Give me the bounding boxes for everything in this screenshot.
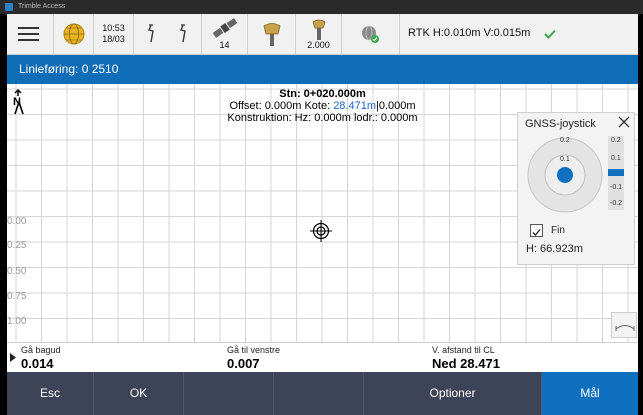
page-title: Linieføring: 0 2510 (19, 62, 119, 76)
height-value: H: 66.923m (526, 243, 583, 255)
time-text: 10:53 (102, 23, 125, 33)
clock-display: 10:53 18/03 (94, 14, 134, 54)
fine-label: Fin (551, 225, 565, 236)
kote-value: 28.471m (333, 100, 376, 112)
vertical-scale-label: 0.2 (611, 137, 621, 144)
empty-softkey[interactable] (184, 372, 274, 415)
ok-button[interactable]: OK (94, 372, 184, 415)
ring-label: 0.1 (560, 156, 570, 163)
softkey-bar: Esc OK Optioner Mål (7, 372, 638, 415)
stakeout-target-icon (310, 220, 332, 242)
scale-label: 0.25 (7, 240, 27, 251)
empty-softkey[interactable] (274, 372, 364, 415)
stakeout-deltas: Gå bagud 0.014 Gå til venstre 0.007 V. a… (7, 342, 638, 372)
menu-icon (18, 27, 39, 29)
date-text: 18/03 (102, 34, 125, 44)
antenna-height-text: 2.000 (307, 40, 330, 50)
scale-label: 0.75 (7, 291, 27, 302)
offset-prefix: Offset: 0.000m Kote: (229, 100, 334, 112)
radio-status-button[interactable] (134, 14, 202, 54)
vertical-scale (608, 136, 624, 210)
rover-antenna-icon (312, 19, 326, 40)
delta-label: V. afstand til CL (432, 345, 495, 355)
satellite-icon (212, 18, 238, 38)
map-scale-icon (615, 325, 635, 331)
menu-icon-bar (18, 39, 39, 41)
offset-suffix: |0.000m (376, 100, 416, 112)
vertical-indicator (608, 169, 624, 176)
delta-vertical[interactable]: V. afstand til CL Ned 28.471 (432, 343, 637, 373)
connection-button[interactable] (342, 14, 400, 54)
delta-value: Ned 28.471 (432, 356, 500, 371)
delta-value: 0.014 (21, 356, 54, 371)
globe-icon (63, 23, 85, 45)
delta-left[interactable]: Gå til venstre 0.007 (227, 343, 432, 373)
scale-label: 0.00 (7, 216, 27, 227)
station-value: Stn: 0+020.000m (279, 88, 366, 100)
gnss-joystick-panel: GNSS-joystick 0.2 0.1 0.2 0.1 -0.1 -0.2 … (517, 112, 635, 265)
measure-button[interactable]: Mål (542, 372, 638, 415)
esc-button[interactable]: Esc (7, 372, 94, 415)
globe-button[interactable] (54, 14, 94, 54)
delta-label: Gå bagud (21, 345, 61, 355)
checkmark-icon (532, 229, 541, 236)
close-joystick-button[interactable] (618, 116, 630, 131)
fine-checkbox[interactable] (530, 224, 543, 237)
options-button[interactable]: Optioner (364, 372, 542, 415)
joystick-target[interactable] (523, 133, 607, 217)
scale-label: 0.50 (7, 266, 27, 277)
delta-back[interactable]: Gå bagud 0.014 (21, 343, 226, 373)
satellite-button[interactable]: 14 (202, 14, 248, 54)
window-titlebar: Trimble Access (0, 0, 643, 14)
antenna-height-button[interactable]: 2.000 (296, 14, 342, 54)
construction-text: Konstruktion: Hz: 0.000m lodr.: 0.000m (227, 112, 418, 124)
scale-toggle-button[interactable] (611, 312, 637, 338)
vertical-scale-label: -0.1 (610, 184, 623, 191)
page-title-bar: Linieføring: 0 2510 (7, 55, 638, 84)
menu-icon-bar (18, 33, 39, 35)
close-icon (618, 116, 630, 128)
station-text: Stn: 0+020.000m (7, 88, 638, 100)
expand-arrow-icon[interactable] (10, 353, 16, 362)
offset-line: Offset: 0.000m Kote: 28.471m|0.000m (7, 100, 638, 112)
joystick-title: GNSS-joystick (525, 118, 596, 130)
stakeout-map[interactable]: N Stn: 0+020.000m Offset: 0.000m Kote: 2… (7, 84, 638, 342)
vertical-scale-label: -0.2 (610, 200, 623, 207)
delta-value: 0.007 (227, 356, 260, 371)
rtk-text: RTK H:0.010m V:0.015m (408, 27, 531, 39)
ring-label: 0.2 (560, 137, 570, 144)
app-icon (5, 3, 13, 11)
check-icon (544, 29, 556, 39)
menu-button[interactable] (7, 14, 54, 54)
delta-label: Gå til venstre (227, 345, 281, 355)
connection-ok-icon (362, 25, 379, 43)
receiver-button[interactable] (248, 14, 296, 54)
scale-label: 1.00 (7, 316, 27, 327)
rtk-precision[interactable]: RTK H:0.010m V:0.015m (400, 14, 638, 54)
radio-antenna-icon (148, 24, 186, 43)
satellite-count: 14 (219, 40, 230, 50)
joystick-position-dot (557, 167, 573, 183)
vertical-scale-label: 0.1 (611, 155, 621, 162)
status-bar: 10:53 18/03 14 2.000 RTK H:0.010m V:0.01… (7, 14, 638, 55)
gnss-receiver-icon (263, 23, 281, 46)
window-title: Trimble Access (18, 3, 66, 10)
